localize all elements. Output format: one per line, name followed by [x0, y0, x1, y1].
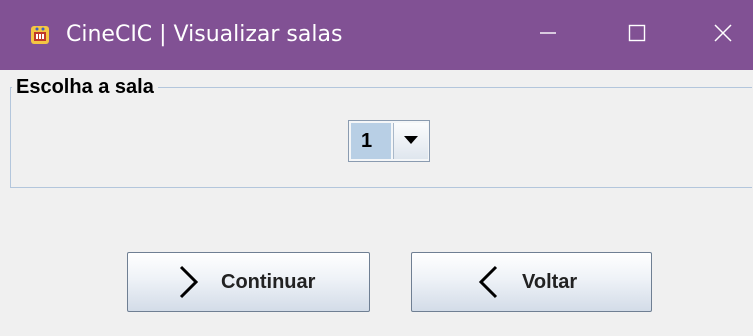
chevron-right-icon	[173, 262, 203, 302]
continue-button-label: Continuar	[221, 270, 316, 293]
title-bar[interactable]: CineCIC | Visualizar salas	[0, 0, 753, 70]
minimize-button[interactable]	[518, 0, 578, 70]
room-select-arrow-button[interactable]	[393, 123, 428, 159]
back-button-label: Voltar	[522, 270, 578, 293]
maximize-icon	[628, 24, 646, 47]
room-select-value: 1	[351, 123, 391, 159]
close-button[interactable]	[693, 0, 753, 70]
continue-button[interactable]: Continuar	[127, 252, 370, 312]
room-select[interactable]: 1	[348, 120, 430, 162]
back-button[interactable]: Voltar	[411, 252, 652, 312]
window-title: CineCIC | Visualizar salas	[66, 22, 343, 47]
room-panel-legend: Escolha a sala	[12, 74, 158, 100]
maximize-button[interactable]	[607, 0, 667, 70]
cinema-app-icon	[28, 23, 52, 47]
close-icon	[713, 23, 733, 48]
minimize-icon	[539, 24, 557, 47]
chevron-down-icon	[403, 132, 419, 150]
chevron-left-icon	[474, 262, 504, 302]
